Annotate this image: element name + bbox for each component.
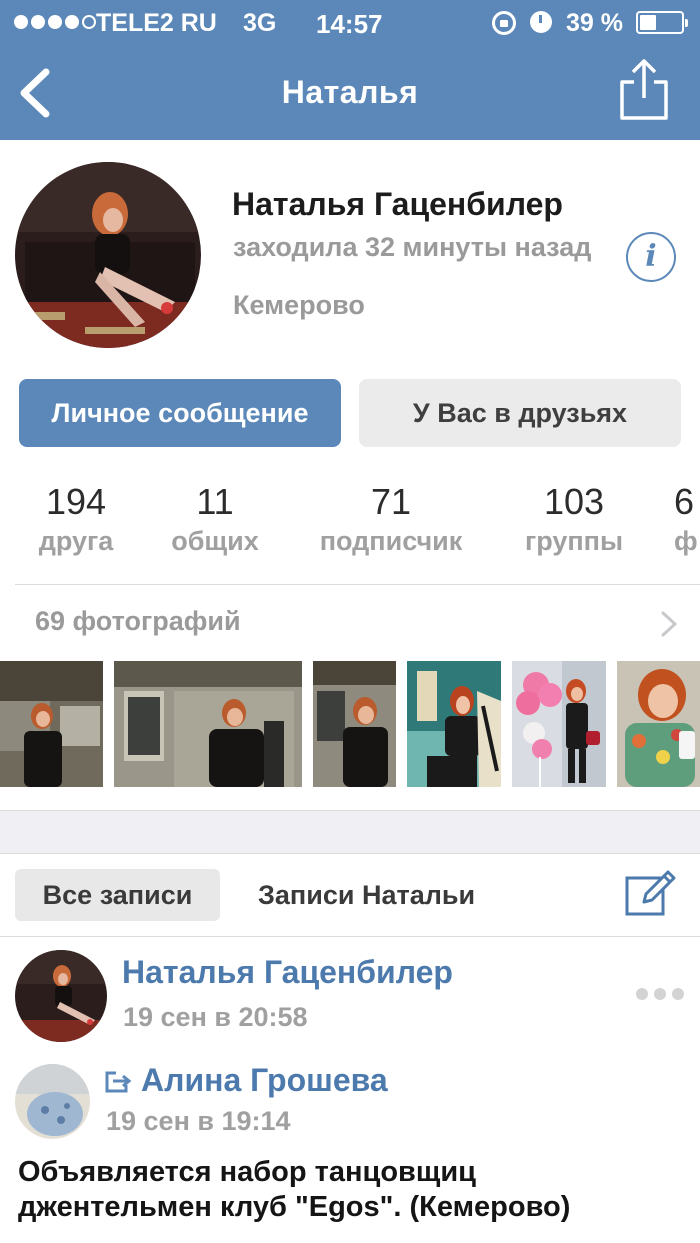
photo-thumbnail[interactable] bbox=[114, 661, 302, 787]
photo-thumbnail[interactable] bbox=[407, 661, 501, 787]
profile-city: Кемерово bbox=[233, 290, 365, 320]
battery-icon bbox=[636, 11, 688, 34]
photo-thumbnail[interactable] bbox=[617, 661, 700, 787]
status-time: 14:57 bbox=[316, 9, 383, 39]
tab-own-posts[interactable]: Записи Натальи bbox=[258, 869, 475, 921]
photo-thumbnail[interactable] bbox=[0, 661, 103, 787]
page-title: Наталья bbox=[281, 74, 419, 110]
more-options-icon[interactable] bbox=[636, 988, 684, 1000]
profile-name: Наталья Гаценбилер bbox=[232, 186, 563, 222]
share-icon[interactable] bbox=[618, 58, 670, 122]
last-seen-status: заходила 32 минуты назад bbox=[233, 232, 592, 262]
profile-counters: 194 друга 11 общих 71 подписчик 103 груп… bbox=[0, 480, 700, 570]
compose-icon[interactable] bbox=[624, 868, 678, 918]
counter-photos[interactable]: 6 ф bbox=[674, 480, 700, 558]
network-type: 3G bbox=[243, 9, 277, 37]
repost-author[interactable]: Алина Грошева bbox=[141, 1062, 388, 1099]
profile-avatar[interactable] bbox=[15, 162, 201, 348]
counter-friends[interactable]: 194 друга bbox=[30, 480, 122, 558]
counter-value: 6 bbox=[674, 481, 695, 522]
counter-value: 71 bbox=[370, 481, 412, 522]
counter-label: подписчик bbox=[319, 526, 463, 556]
counter-followers[interactable]: 71 подписчик bbox=[306, 480, 476, 558]
avatar[interactable] bbox=[15, 950, 107, 1042]
chevron-right-icon[interactable] bbox=[657, 610, 681, 638]
status-bar: TELE2 RU 3G 14:57 39 % bbox=[0, 0, 700, 46]
counter-label: общих bbox=[171, 526, 259, 556]
counter-label: ф bbox=[674, 526, 698, 556]
photo-thumbnail[interactable] bbox=[313, 661, 396, 787]
carrier-name: TELE2 RU bbox=[96, 9, 217, 37]
signal-strength-icon bbox=[14, 15, 96, 29]
post-timestamp: 19 сен в 20:58 bbox=[123, 1002, 308, 1032]
send-message-button[interactable]: Личное сообщение bbox=[19, 379, 341, 447]
counter-label: друга bbox=[38, 526, 114, 556]
photos-section-title[interactable]: 69 фотографий bbox=[35, 606, 241, 637]
alarm-icon bbox=[530, 11, 552, 33]
tab-all-posts[interactable]: Все записи bbox=[15, 869, 220, 921]
section-separator bbox=[0, 810, 700, 854]
counter-value: 11 bbox=[196, 481, 234, 522]
counter-label: группы bbox=[524, 526, 624, 556]
friend-status-button[interactable]: У Вас в друзьях bbox=[359, 379, 681, 447]
counter-value: 103 bbox=[543, 481, 605, 522]
counter-mutual[interactable]: 11 общих bbox=[163, 480, 267, 558]
top-bar: TELE2 RU 3G 14:57 39 % Наталья bbox=[0, 0, 700, 140]
divider bbox=[0, 936, 700, 937]
avatar[interactable] bbox=[15, 1064, 90, 1139]
info-icon[interactable]: i bbox=[626, 232, 676, 282]
post-author[interactable]: Наталья Гаценбилер bbox=[122, 954, 453, 991]
post-text: Объявляется набор танцовщиц джентельмен … bbox=[18, 1156, 571, 1223]
counter-groups[interactable]: 103 группы bbox=[516, 480, 632, 558]
photo-thumbnail[interactable] bbox=[512, 661, 606, 787]
divider bbox=[15, 584, 700, 585]
orientation-lock-icon bbox=[492, 11, 516, 35]
repost-icon bbox=[105, 1071, 132, 1093]
battery-percent: 39 % bbox=[566, 9, 623, 37]
repost-timestamp: 19 сен в 19:14 bbox=[106, 1106, 291, 1136]
counter-value: 194 bbox=[45, 481, 107, 522]
